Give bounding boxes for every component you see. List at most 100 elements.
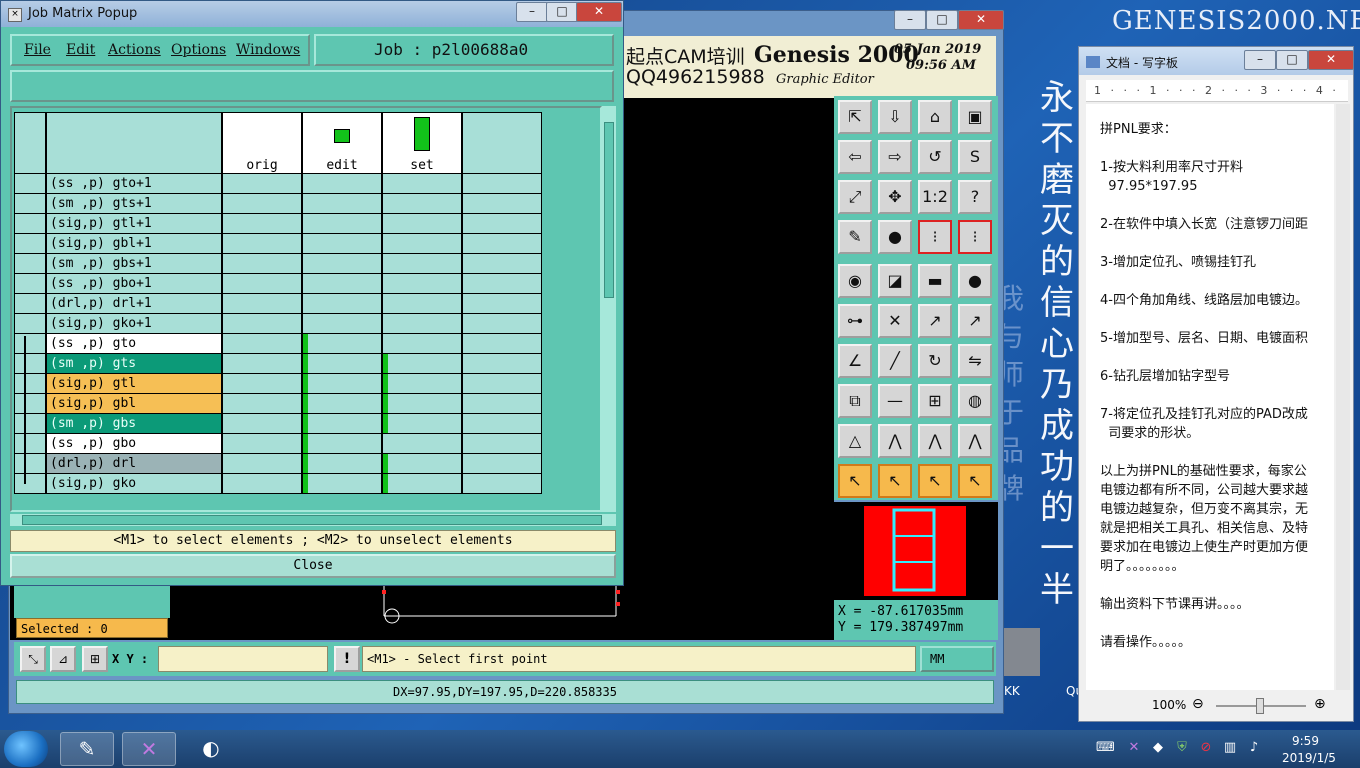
add-pad-icon[interactable]: ◉ (838, 264, 872, 298)
layer-name-cell[interactable]: (ss ,p) gto+1 (47, 174, 221, 193)
matrix-cell[interactable] (303, 434, 381, 453)
matrix-cell[interactable] (383, 354, 461, 373)
xy-input[interactable] (158, 646, 328, 672)
matrix-cell[interactable] (463, 234, 541, 253)
units-select[interactable]: MM (920, 646, 994, 672)
matrix-cell[interactable] (223, 234, 301, 253)
row-index-cell[interactable] (15, 414, 45, 433)
row-index-cell[interactable] (15, 354, 45, 373)
layer-name-cell[interactable]: (ss ,p) gbo+1 (47, 274, 221, 293)
matrix-cell[interactable] (383, 454, 461, 473)
horizontal-scroll-thumb[interactable] (22, 515, 602, 525)
wordpad-scrollbar[interactable] (1336, 104, 1350, 690)
dot-icon[interactable]: ● (958, 264, 992, 298)
ruler-icon[interactable]: ▬ (918, 264, 952, 298)
connect-icon[interactable]: ⊶ (838, 304, 872, 338)
layer-name-cell[interactable]: (sig,p) gko (47, 474, 221, 493)
row-index-cell[interactable] (15, 334, 45, 353)
copy-icon[interactable]: ⧉ (838, 384, 872, 418)
matrix-cell[interactable] (303, 454, 381, 473)
matrix-cell[interactable] (303, 234, 381, 253)
matrix-cell[interactable] (223, 434, 301, 453)
line-icon[interactable]: — (878, 384, 912, 418)
matrix-cell[interactable] (383, 334, 461, 353)
matrix-cell[interactable] (383, 434, 461, 453)
help-icon[interactable]: ? (958, 180, 992, 214)
row-index-cell[interactable] (15, 234, 45, 253)
matrix-cell[interactable] (223, 474, 301, 493)
matrix-cell[interactable] (463, 334, 541, 353)
matrix-cell[interactable] (303, 254, 381, 273)
matrix-cell[interactable] (303, 314, 381, 333)
pointer-circle-icon[interactable]: ↖ (918, 464, 952, 498)
matrix-cell[interactable] (463, 474, 541, 493)
layer-name-cell[interactable]: (sig,p) gtl+1 (47, 214, 221, 233)
matrix-cell[interactable] (383, 274, 461, 293)
desktop-shortcut-icon[interactable] (1000, 628, 1040, 676)
mirror-icon[interactable]: ⇋ (958, 344, 992, 378)
matrix-cell[interactable] (223, 254, 301, 273)
vertical-scroll-thumb[interactable] (604, 122, 614, 298)
matrix-cell[interactable] (383, 394, 461, 413)
matrix-cell[interactable] (463, 354, 541, 373)
matrix-cell[interactable] (463, 394, 541, 413)
move-point-icon[interactable]: ↗ (918, 304, 952, 338)
close-button[interactable]: ✕ (1308, 50, 1354, 70)
security-icon[interactable]: ⛨ (1174, 740, 1190, 756)
matrix-cell[interactable] (223, 314, 301, 333)
home-icon[interactable]: ⌂ (918, 100, 952, 134)
minimize-button[interactable]: – (894, 10, 926, 30)
matrix-cell[interactable] (223, 214, 301, 233)
add-line-icon[interactable]: ◪ (878, 264, 912, 298)
matrix-cell[interactable] (383, 254, 461, 273)
wordpad-text[interactable]: 拼PNL要求： 1-按大料利用率尺寸开料 97.95*197.95 2-在软件中… (1100, 120, 1336, 652)
pointer-icon[interactable]: ↖ (838, 464, 872, 498)
scale-icon[interactable]: 1:2 (918, 180, 952, 214)
layer-name-cell[interactable]: (ss ,p) gto (47, 334, 221, 353)
layer-compare-icon[interactable]: ⁝ (918, 220, 952, 254)
matrix-cell[interactable] (303, 174, 381, 193)
close-popup-button[interactable]: Close (10, 554, 616, 578)
peak-3-icon[interactable]: ⋀ (958, 424, 992, 458)
move-down-icon[interactable]: ⇩ (878, 100, 912, 134)
close-button[interactable]: ✕ (576, 2, 622, 22)
menu-windows[interactable]: Windows (236, 42, 300, 58)
matrix-cell[interactable] (383, 314, 461, 333)
matrix-cell[interactable] (303, 334, 381, 353)
tray-app-icon[interactable]: ◆ (1150, 740, 1166, 756)
keyboard-icon[interactable]: ⌨ (1096, 740, 1115, 756)
matrix-cell[interactable] (223, 334, 301, 353)
matrix-cell[interactable] (303, 474, 381, 493)
row-index-cell[interactable] (15, 474, 45, 493)
window-icon[interactable]: ▣ (958, 100, 992, 134)
start-button[interactable] (4, 731, 48, 767)
matrix-cell[interactable] (463, 214, 541, 233)
matrix-cell[interactable] (463, 274, 541, 293)
paint-icon[interactable]: ✎ (838, 220, 872, 254)
layer-name-cell[interactable]: (sig,p) gko+1 (47, 314, 221, 333)
zoom-slider-thumb[interactable] (1256, 698, 1264, 714)
row-index-cell[interactable] (15, 294, 45, 313)
peak-icon[interactable]: ⋀ (878, 424, 912, 458)
pointer-box-icon[interactable]: ↖ (878, 464, 912, 498)
matrix-cell[interactable] (463, 414, 541, 433)
move-right-icon[interactable]: ⇨ (878, 140, 912, 174)
matrix-cell[interactable] (223, 414, 301, 433)
row-index-cell[interactable] (15, 394, 45, 413)
layer-name-cell[interactable]: (sm ,p) gbs (47, 414, 221, 433)
matrix-cell[interactable] (223, 174, 301, 193)
layer-name-cell[interactable]: (drl,p) drl+1 (47, 294, 221, 313)
matrix-cell[interactable] (383, 374, 461, 393)
matrix-cell[interactable] (383, 234, 461, 253)
move-left-icon[interactable]: ⇦ (838, 140, 872, 174)
wordpad-ruler[interactable]: 1 · · · 1 · · · 2 · · · 3 · · · 4 · · · … (1086, 80, 1348, 119)
matrix-cell[interactable] (303, 414, 381, 433)
angle-icon[interactable]: ∠ (838, 344, 872, 378)
matrix-cell[interactable] (223, 274, 301, 293)
pointer-net-icon[interactable]: ↖ (958, 464, 992, 498)
menu-actions[interactable]: Actions (108, 42, 161, 58)
measure-icon[interactable]: ● (878, 220, 912, 254)
clock-time[interactable]: 9:59 (1292, 734, 1319, 748)
network-icon[interactable]: ▥ (1222, 740, 1238, 756)
layer-name-cell[interactable]: (ss ,p) gbo (47, 434, 221, 453)
